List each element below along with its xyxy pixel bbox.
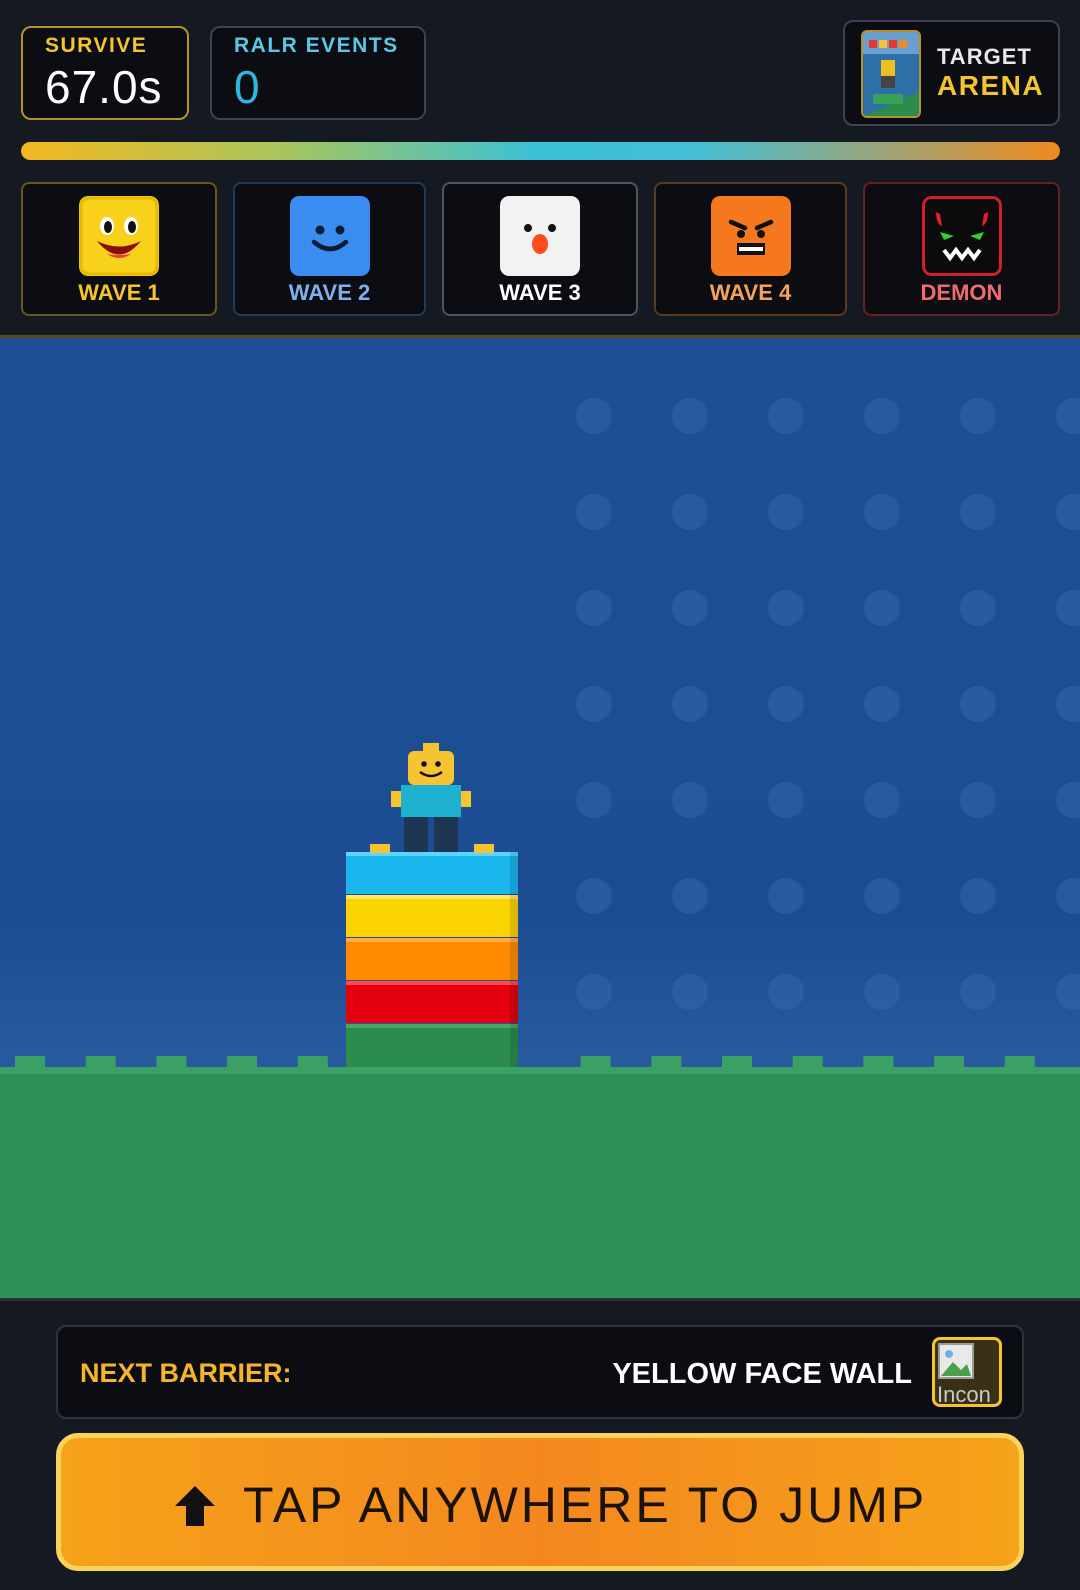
ground-stud [722,1056,752,1068]
baseplate-stud [960,686,996,722]
baseplate-stud [768,590,804,626]
baseplate-stud [960,974,996,1010]
broken-image-icon: Incon [932,1337,1002,1407]
ground-stud [792,1056,823,1068]
baseplate-stud [864,686,900,722]
baseplate-stud [672,878,708,914]
baseplate-stud [576,686,612,722]
baseplate-stud [672,974,708,1010]
baseplate-stud [576,782,612,818]
baseplate-stud [960,398,996,434]
target-arena-badge: TARGET ARENA [843,20,1060,126]
baseplate-stud [576,494,612,530]
baseplate-stud [672,782,708,818]
yellow-smile-face-icon [79,196,159,276]
tower-brick-yellow [346,895,518,937]
survive-label: SURVIVE [45,34,148,57]
baseplate-stud [864,494,900,530]
baseplate-stud [576,974,612,1010]
baseplate-stud [672,494,708,530]
ground-stud [297,1056,328,1068]
baseplate-stud [576,878,612,914]
blue-smile-face-icon [289,196,370,276]
baseplate-stud [864,878,900,914]
jump-button[interactable]: TAP ANYWHERE TO JUMP [56,1433,1024,1571]
ground-stud [863,1056,894,1068]
survive-value: 67.0s [45,61,163,113]
baseplate-stud [768,974,804,1010]
wave-2-label: WAVE 2 [288,280,371,305]
ground-stud [15,1056,45,1068]
baseplate-stud [576,590,612,626]
baseplate-stud [864,398,900,434]
brick-tower [346,844,518,1067]
baseplate-stud [672,398,708,434]
white-clown-face-icon [500,196,580,276]
tower-brick-cyan [346,852,518,894]
ralr-events-value: 0 [234,61,261,113]
bottom-panel: NEXT BARRIER: YELLOW FACE WALL Incon TAP… [0,1298,1080,1590]
baseplate-stud [768,686,804,722]
baseplate-stud [864,590,900,626]
wave-1-label: WAVE 1 [78,280,160,305]
next-barrier-panel: NEXT BARRIER: YELLOW FACE WALL Incon [56,1325,1024,1419]
tower-brick-red [346,981,518,1023]
arena-sky [0,338,1080,1073]
orange-angry-face-icon [710,196,791,276]
wave-card-4: WAVE 4 [654,182,847,316]
wave-4-label: WAVE 4 [709,280,792,305]
baseplate-stud [672,686,708,722]
baseplate-stud [864,974,900,1010]
arena-thumbnail [861,30,921,118]
ralr-events-counter: RALR EVENTS 0 [210,26,426,120]
wave-card-2: WAVE 2 [233,182,426,316]
target-label: TARGET [937,44,1032,69]
baseplate-stud [672,590,708,626]
jump-button-label: TAP ANYWHERE TO JUMP [243,1477,928,1533]
baseplate-stud [768,782,804,818]
ground-stud [1004,1056,1035,1068]
tower-brick-orange [346,938,518,980]
survival-progress-bar [21,142,1060,160]
ground-stud [156,1056,187,1068]
next-barrier-value: YELLOW FACE WALL [612,1358,912,1390]
ground-stud [934,1056,965,1068]
next-barrier-label: NEXT BARRIER: [80,1358,292,1388]
barrier-icon-alt-text: Incon [937,1382,991,1407]
wave-3-label: WAVE 3 [499,280,581,305]
baseplate-stud [768,878,804,914]
ralr-events-label: RALR EVENTS [234,34,399,57]
arrow-up-icon [175,1486,215,1526]
demon-face-icon [921,196,1002,276]
hud-panel: SURVIVE 67.0s RALR EVENTS 0 TARGET ARENA [0,0,1080,338]
baseplate-stud [864,782,900,818]
target-value: ARENA [937,70,1045,101]
baseplate-stud [960,494,996,530]
game-arena[interactable] [0,338,1080,1298]
baseplate-stud [768,398,804,434]
tower-brick-green [346,1024,518,1067]
baseplate-stud [576,398,612,434]
ground-stud [85,1056,116,1068]
wave-card-1: WAVE 1 [21,182,217,316]
arena-ground [0,1067,1080,1298]
baseplate-stud [960,590,996,626]
baseplate-stud [960,782,996,818]
demon-wave-label: DEMON [920,280,1003,305]
ground-stud [580,1056,611,1068]
ground-stud [227,1056,258,1068]
baseplate-stud [960,878,996,914]
wave-card-demon: DEMON [863,182,1060,316]
ground-stud [651,1056,682,1068]
baseplate-stud [768,494,804,530]
survive-timer: SURVIVE 67.0s [21,26,189,120]
wave-card-3: WAVE 3 [442,182,638,316]
survival-progress-fill [21,142,1060,160]
